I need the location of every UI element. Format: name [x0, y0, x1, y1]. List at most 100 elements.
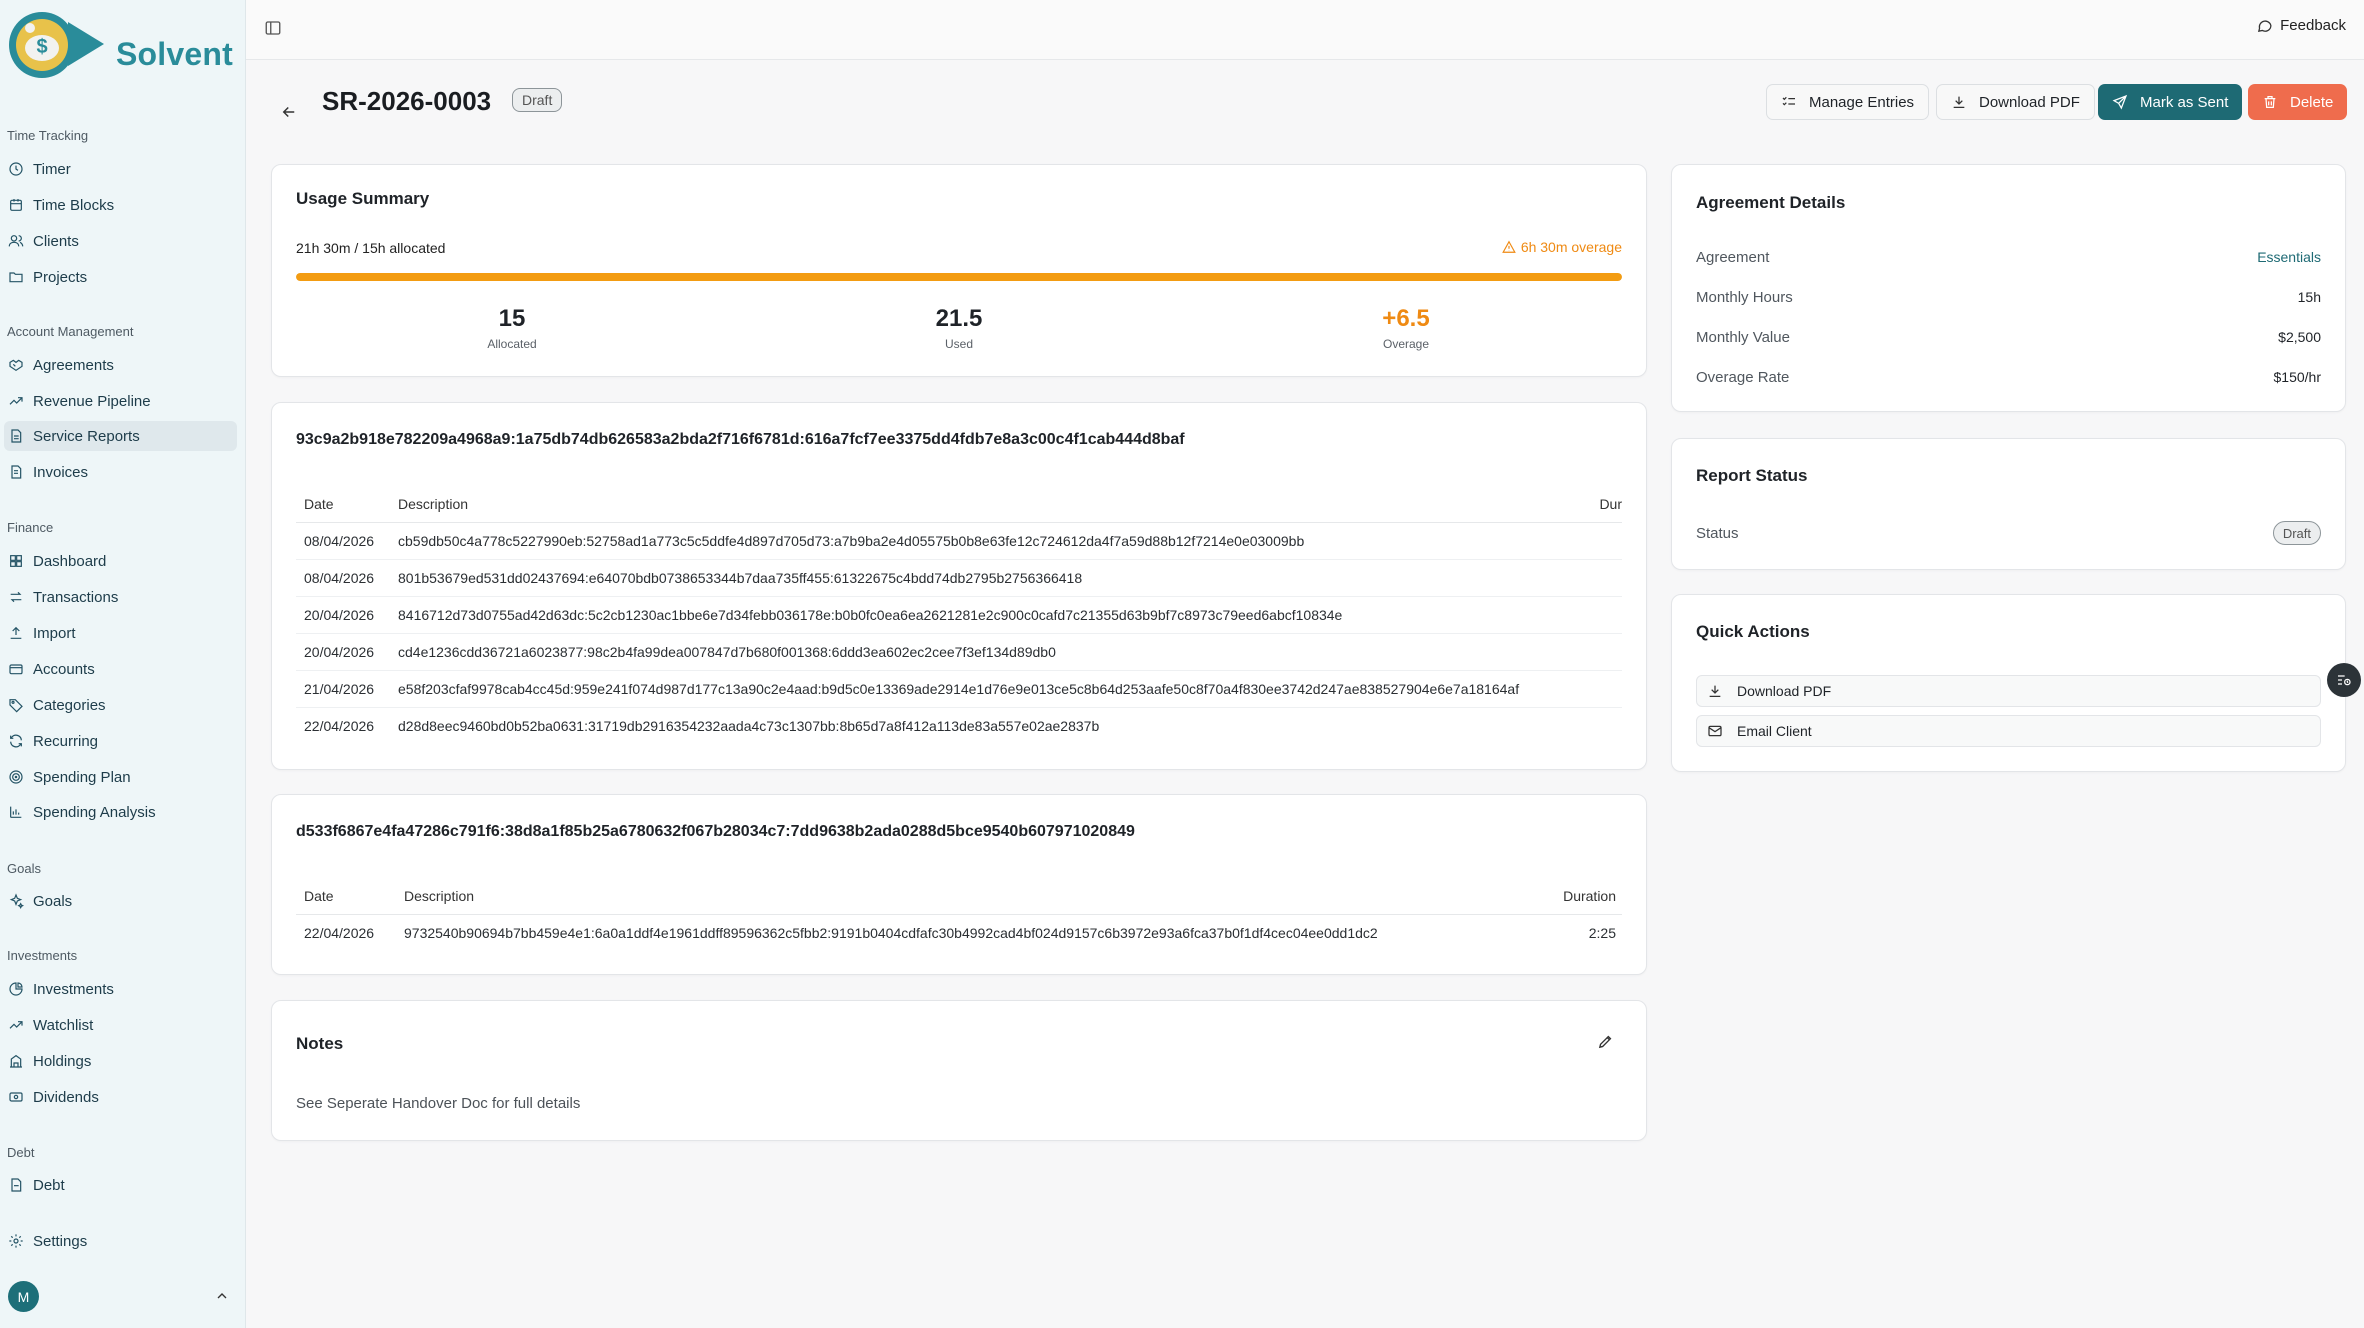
sidebar-item-spending-plan[interactable]: Spending Plan: [4, 762, 237, 792]
sidebar-item-categories[interactable]: Categories: [4, 690, 237, 720]
stat-label: Allocated: [487, 337, 537, 351]
sidebar-item-recurring[interactable]: Recurring: [4, 726, 237, 756]
sidebar-item-dividends[interactable]: Dividends: [4, 1082, 237, 1112]
sidebar-item-spending-analysis[interactable]: Spending Analysis: [4, 797, 237, 827]
send-icon: [2112, 94, 2128, 110]
sidebar-item-label: Service Reports: [33, 427, 140, 445]
sidebar-item-label: Dashboard: [33, 552, 107, 570]
report-status-card: Report Status Status Draft: [1671, 438, 2346, 570]
receipt-icon: [11, 465, 22, 479]
users-icon: [8, 235, 24, 247]
sidebar-item-timer[interactable]: Timer: [4, 154, 237, 184]
cell-description: 801b53679ed531dd02437694:e64070bdb073865…: [390, 559, 1582, 597]
mark-as-sent-button[interactable]: Mark as Sent: [2098, 84, 2243, 120]
sidebar-item-invoices[interactable]: Invoices: [4, 457, 237, 487]
pencil-icon[interactable]: [1597, 1033, 1614, 1050]
sidebar-item-service-reports[interactable]: Service Reports: [4, 421, 237, 451]
sidebar-item-label: Accounts: [33, 660, 95, 678]
sidebar-item-goals[interactable]: Goals: [4, 886, 237, 916]
cell-date: 08/04/2026: [296, 559, 390, 597]
stat-label: Overage: [1382, 337, 1430, 351]
table-row[interactable]: 08/04/2026 801b53679ed531dd02437694:e6407…: [296, 559, 1622, 597]
quick-actions-title: Quick Actions: [1696, 622, 1810, 641]
building-icon: [10, 1054, 22, 1068]
quick-email-client-button[interactable]: Email Client: [1696, 715, 2321, 747]
sidebar-item-label: Clients: [33, 232, 79, 250]
brand-name: Solvent: [116, 36, 233, 72]
sidebar-item-settings[interactable]: Settings: [4, 1226, 237, 1256]
sidebar-item-investments[interactable]: Investments: [4, 974, 237, 1004]
sidebar-item-revenue-pipeline[interactable]: Revenue Pipeline: [4, 386, 237, 416]
calendar-icon: [10, 199, 22, 211]
handshake-icon: [9, 359, 23, 372]
table-row[interactable]: 08/04/2026 cb59db50c4a778c5227990eb:52758…: [296, 522, 1622, 560]
piggy-bank-logo-icon: $: [9, 12, 104, 78]
table-row[interactable]: 20/04/2026 8416712d73d0755ad42d63dc:5c2cb…: [296, 596, 1622, 634]
stat-value: +6.5: [1382, 305, 1430, 332]
sidebar-item-debt[interactable]: Debt: [4, 1170, 237, 1200]
sidebar-item-label: Time Blocks: [33, 196, 115, 214]
download-pdf-button[interactable]: Download PDF: [1936, 84, 2095, 120]
status-badge: Draft: [512, 88, 563, 112]
folder-icon: [9, 272, 23, 283]
delete-label: Delete: [2290, 93, 2334, 111]
section-label-goals: Goals: [7, 861, 41, 876]
table-row[interactable]: 22/04/2026 9732540b90694b7bb459e4e1:6a0a1…: [296, 914, 1622, 951]
tag-icon: [9, 699, 23, 713]
table-header-row: Date Description Dur: [296, 486, 1622, 523]
cell-duration: [1582, 522, 1622, 560]
page-title: SR-2026-0003: [322, 86, 492, 116]
sidebar-item-time-blocks[interactable]: Time Blocks: [4, 190, 237, 220]
avatar[interactable]: M: [8, 1281, 39, 1312]
mail-icon: [1708, 725, 1722, 737]
gear-icon: [9, 1234, 23, 1248]
manage-entries-button[interactable]: Manage Entries: [1766, 84, 1930, 120]
cell-date: 22/04/2026: [304, 924, 375, 941]
table-row[interactable]: 20/04/2026 cd4e1236cdd36721a6023877:98c2b…: [296, 633, 1622, 671]
cell-duration: 2:25: [1588, 924, 1616, 941]
report-status-title: Report Status: [1696, 466, 1808, 485]
section-label-account-management: Account Management: [7, 324, 134, 339]
grid-icon: [10, 555, 22, 567]
refresh-icon: [10, 734, 22, 748]
brand-logo[interactable]: $ Solvent: [6, 8, 242, 82]
sidebar-item-label: Revenue Pipeline: [33, 392, 151, 410]
floating-timer-button[interactable]: [2327, 663, 2361, 697]
sidebar-item-agreements[interactable]: Agreements: [4, 350, 237, 380]
sidebar-item-label: Settings: [33, 1232, 88, 1250]
sidebar-item-holdings[interactable]: Holdings: [4, 1046, 237, 1076]
sidebar-item-projects[interactable]: Projects: [4, 262, 237, 292]
sidebar-item-watchlist[interactable]: Watchlist: [4, 1010, 237, 1040]
table-row[interactable]: 21/04/2026 e58f203cfaf9978cab4cc45d:959e2…: [296, 670, 1622, 708]
delete-button[interactable]: Delete: [2248, 84, 2348, 120]
sidebar-item-dashboard[interactable]: Dashboard: [4, 546, 237, 576]
sidebar-item-label: Recurring: [33, 732, 99, 750]
quick-action-label: Download PDF: [1737, 683, 1832, 699]
sidebar-item-label: Goals: [33, 892, 73, 910]
quick-download-pdf-button[interactable]: Download PDF: [1696, 675, 2321, 707]
sidebar-item-label: Invoices: [33, 463, 89, 481]
file-text-icon: [11, 429, 22, 443]
cell-date: 22/04/2026: [304, 717, 375, 734]
feedback-button[interactable]: Feedback: [2256, 17, 2346, 34]
usage-summary-title: Usage Summary: [296, 189, 430, 208]
cell-duration: [1582, 633, 1622, 671]
agreement-link[interactable]: Essentials: [2257, 249, 2321, 266]
top-bar: Feedback: [246, 0, 2364, 60]
sidebar-toggle-icon[interactable]: [264, 19, 282, 37]
sidebar-item-clients[interactable]: Clients: [4, 226, 237, 256]
kv-key: Monthly Hours: [1696, 289, 1793, 306]
cell-date: 08/04/2026: [296, 522, 390, 560]
feedback-label: Feedback: [2280, 17, 2346, 34]
notes-text: See Seperate Handover Doc for full detai…: [296, 1095, 581, 1112]
sidebar-item-import[interactable]: Import: [4, 618, 237, 648]
cell-duration: [1582, 670, 1622, 708]
sidebar-item-transactions[interactable]: Transactions: [4, 582, 237, 612]
table-row[interactable]: 22/04/2026 d28d8eec9460bd0b52ba0631:31719…: [296, 707, 1622, 744]
status-row: Status Draft: [1696, 521, 2321, 545]
cell-description: 8416712d73d0755ad42d63dc:5c2cb1230ac1bbe…: [390, 596, 1582, 634]
cell-date: 20/04/2026: [296, 596, 390, 634]
sidebar-item-accounts[interactable]: Accounts: [4, 654, 237, 684]
chevron-up-icon[interactable]: [214, 1288, 230, 1304]
arrow-left-icon[interactable]: [280, 103, 298, 121]
